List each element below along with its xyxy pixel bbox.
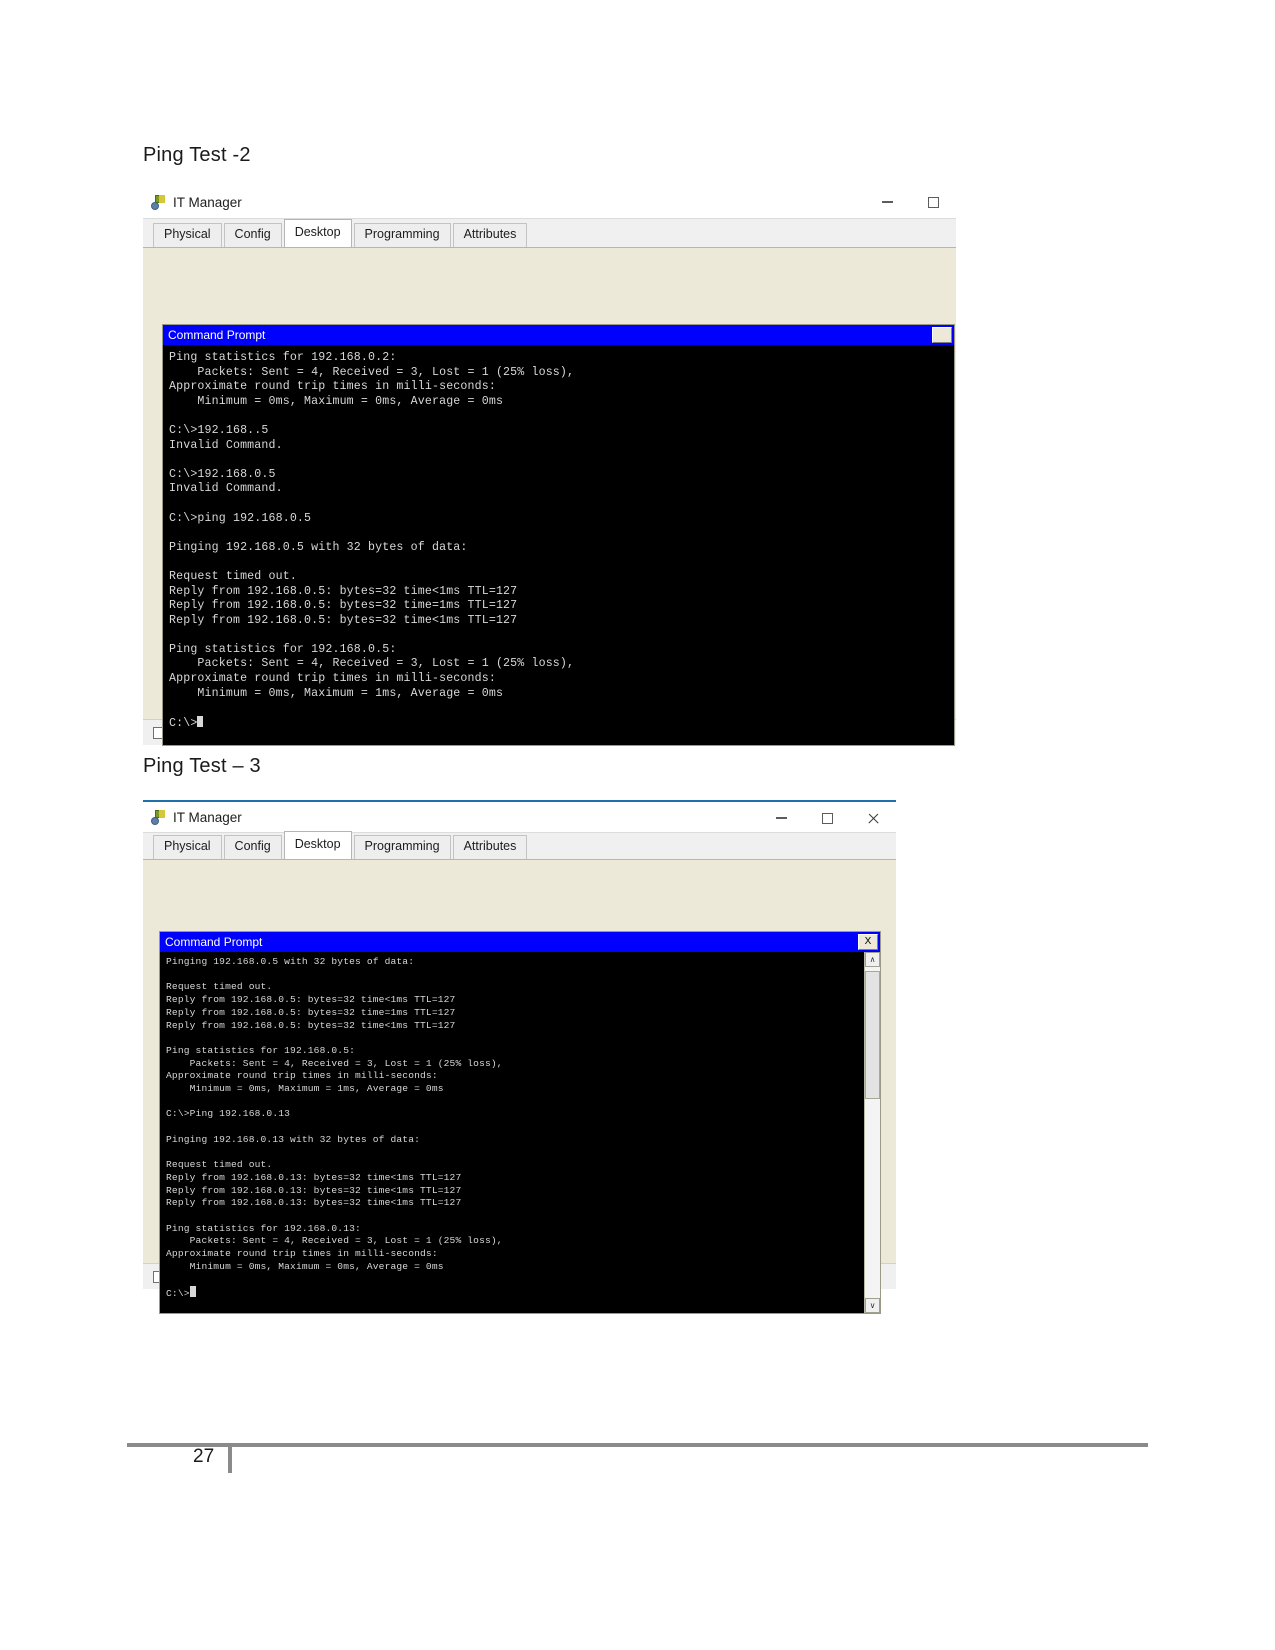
tab-desktop[interactable]: Desktop bbox=[283, 831, 352, 859]
page-number: 27 bbox=[193, 1446, 215, 1467]
maximize-button[interactable] bbox=[804, 802, 850, 834]
minimize-icon bbox=[881, 201, 893, 203]
scroll-down-arrow-icon[interactable]: ∨ bbox=[865, 1298, 880, 1313]
tab-attributes[interactable]: Attributes bbox=[452, 835, 528, 859]
close-icon bbox=[867, 812, 879, 824]
window-1-client-area: Command Prompt Ping statistics for 192.1… bbox=[143, 247, 956, 746]
tab-physical[interactable]: Physical bbox=[153, 835, 222, 859]
scrollbar-track[interactable] bbox=[865, 967, 880, 1298]
command-prompt-body-2: Pinging 192.168.0.5 with 32 bytes of dat… bbox=[160, 952, 880, 1313]
tab-config[interactable]: Config bbox=[223, 835, 282, 859]
window-1-tabstrip: Physical Config Desktop Programming Attr… bbox=[143, 218, 956, 247]
command-prompt-titlebar-1[interactable]: Command Prompt bbox=[163, 325, 954, 345]
command-prompt-title-2: Command Prompt bbox=[165, 935, 263, 949]
console-output-2[interactable]: Pinging 192.168.0.5 with 32 bytes of dat… bbox=[160, 952, 864, 1313]
minimize-button[interactable] bbox=[864, 186, 910, 218]
close-button[interactable] bbox=[850, 802, 896, 834]
window-2-controls bbox=[758, 802, 896, 834]
maximize-icon bbox=[821, 812, 833, 824]
command-prompt-title-1: Command Prompt bbox=[168, 328, 266, 342]
command-prompt-window-1: Command Prompt Ping statistics for 192.1… bbox=[162, 324, 955, 746]
console-cursor bbox=[197, 715, 204, 727]
command-prompt-titlebar-2[interactable]: Command Prompt X bbox=[160, 932, 880, 952]
command-prompt-close-button-2[interactable]: X bbox=[858, 934, 878, 950]
console-output-1[interactable]: Ping statistics for 192.168.0.2: Packets… bbox=[163, 345, 954, 745]
maximize-icon bbox=[927, 196, 939, 208]
window-1-title: IT Manager bbox=[173, 194, 242, 210]
command-prompt-body-1: Ping statistics for 192.168.0.2: Packets… bbox=[163, 345, 954, 745]
scrollbar-thumb[interactable] bbox=[865, 971, 880, 1099]
minimize-button[interactable] bbox=[758, 802, 804, 834]
window-2-tabstrip: Physical Config Desktop Programming Attr… bbox=[143, 831, 896, 859]
window-2-titlebar[interactable]: IT Manager bbox=[143, 802, 896, 832]
scroll-up-arrow-icon[interactable]: ∧ bbox=[865, 952, 880, 967]
window-2-client-area: Command Prompt X Pinging 192.168.0.5 wit… bbox=[143, 859, 896, 1314]
footer-tick-mark bbox=[228, 1447, 232, 1473]
window-1-controls bbox=[864, 186, 956, 218]
tab-programming[interactable]: Programming bbox=[353, 223, 451, 247]
maximize-button[interactable] bbox=[910, 186, 956, 218]
packet-tracer-pc-icon bbox=[151, 194, 167, 210]
footer-divider bbox=[127, 1443, 1148, 1447]
window-2-title: IT Manager bbox=[173, 809, 242, 825]
tab-programming[interactable]: Programming bbox=[353, 835, 451, 859]
page-heading-ping-test-2: Ping Test -2 bbox=[143, 144, 251, 166]
minimize-icon bbox=[775, 817, 787, 819]
it-manager-window-1: IT Manager Physical Config Desktop Progr… bbox=[143, 186, 956, 746]
window-1-titlebar[interactable]: IT Manager bbox=[143, 186, 956, 218]
tab-attributes[interactable]: Attributes bbox=[452, 223, 528, 247]
console-scrollbar[interactable]: ∧ ∨ bbox=[864, 952, 880, 1313]
packet-tracer-pc-icon bbox=[151, 809, 167, 825]
console-cursor bbox=[189, 1286, 196, 1298]
tab-desktop[interactable]: Desktop bbox=[283, 219, 352, 247]
command-prompt-window-2: Command Prompt X Pinging 192.168.0.5 wit… bbox=[159, 931, 881, 1314]
tab-config[interactable]: Config bbox=[223, 223, 282, 247]
tab-physical[interactable]: Physical bbox=[153, 223, 222, 247]
command-prompt-close-button-1[interactable] bbox=[932, 327, 952, 343]
page-heading-ping-test-3: Ping Test – 3 bbox=[143, 755, 261, 777]
it-manager-window-2: IT Manager Physical Config Desktop Progr… bbox=[143, 800, 896, 1314]
